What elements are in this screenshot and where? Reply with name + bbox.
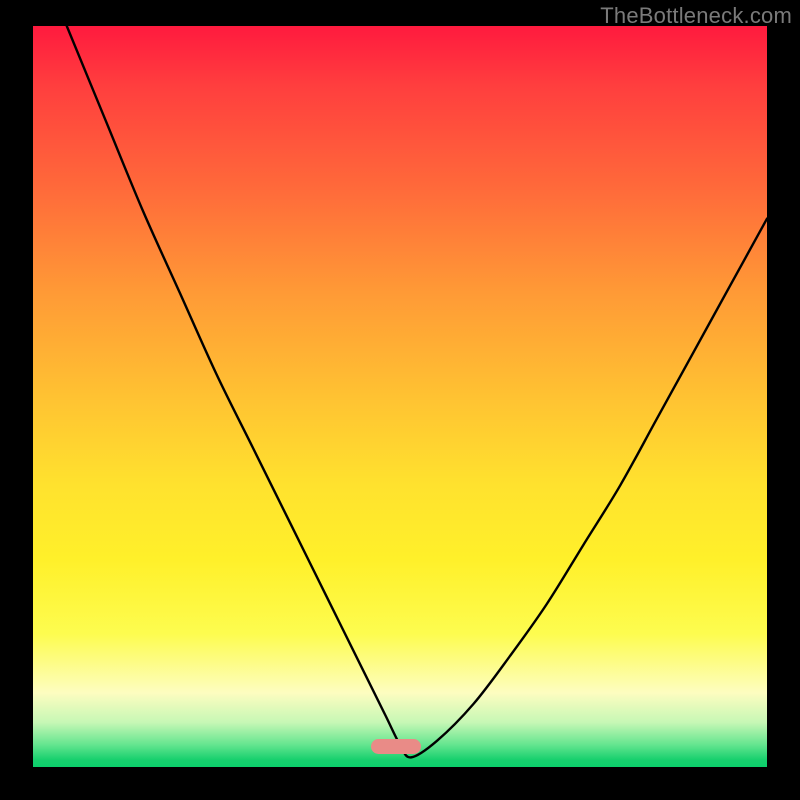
plot-area xyxy=(33,26,767,767)
watermark-text: TheBottleneck.com xyxy=(600,3,792,29)
optimum-marker xyxy=(371,739,421,754)
chart-frame: TheBottleneck.com xyxy=(0,0,800,800)
bottleneck-curve xyxy=(33,26,767,767)
